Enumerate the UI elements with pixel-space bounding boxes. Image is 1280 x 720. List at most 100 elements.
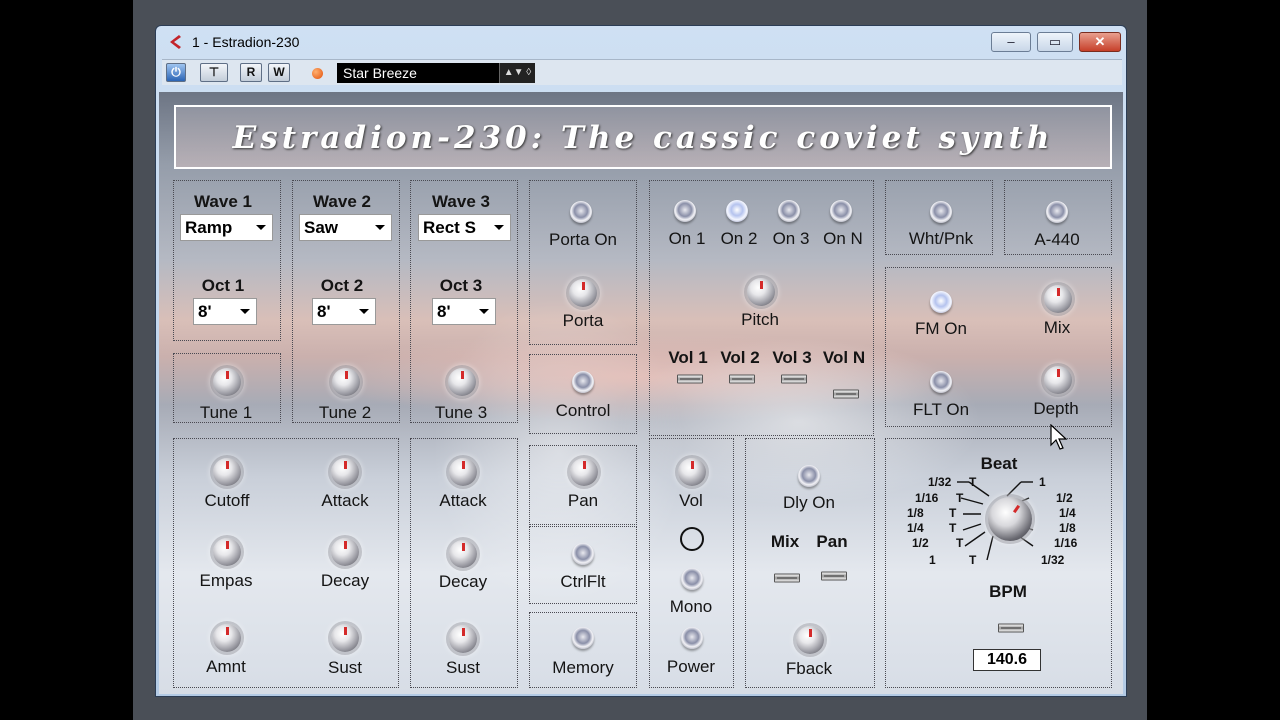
preset-browse-arrows[interactable]: ▲▼ ◊ — [499, 63, 535, 83]
sust-label: Sust — [327, 658, 363, 677]
banner-title: Estradion-230: The cassic coviet synth — [232, 120, 1054, 156]
vol1-fader[interactable] — [677, 374, 703, 384]
knob-indicator — [462, 628, 465, 636]
tune1-label: Tune 1 — [199, 403, 253, 422]
beat-t-5: T — [969, 553, 977, 567]
wave1-label: Wave 1 — [194, 192, 252, 211]
on3-toggle[interactable] — [778, 200, 800, 222]
chevron-down-icon — [256, 225, 266, 230]
volN-fader[interactable] — [833, 389, 859, 399]
depth-label: Depth — [1033, 399, 1079, 418]
chevron-down-icon — [479, 309, 489, 314]
oct1-dropdown[interactable]: 8' — [193, 298, 257, 325]
env3-sust-knob[interactable] — [449, 625, 477, 653]
beat-right-0: 1 — [1039, 475, 1046, 489]
empas-knob[interactable] — [213, 538, 241, 566]
on2-label: On 2 — [720, 229, 758, 248]
power-button[interactable]: ⏻ — [166, 63, 186, 82]
chevron-down-icon — [240, 309, 250, 314]
vol-knob[interactable] — [678, 458, 706, 486]
bypass-button[interactable]: ⊤ — [200, 63, 228, 82]
feedback-knob[interactable] — [796, 626, 824, 654]
tune3-knob[interactable] — [448, 368, 476, 396]
tune2-knob[interactable] — [332, 368, 360, 396]
depth-knob[interactable] — [1044, 366, 1072, 394]
env3-attack-knob[interactable] — [449, 458, 477, 486]
memory-toggle[interactable] — [572, 627, 594, 649]
bpm-fader[interactable] — [998, 623, 1024, 633]
vol-label: Vol — [679, 491, 703, 510]
knob-indicator — [582, 282, 585, 290]
env3-decay-knob[interactable] — [449, 540, 477, 568]
empas-label: Empas — [199, 571, 253, 590]
beat-left-5: 1 — [929, 553, 936, 567]
read-automation-button[interactable]: R — [240, 63, 262, 82]
oct1-value: 8' — [198, 302, 212, 321]
vol3-fader[interactable] — [781, 374, 807, 384]
porta-label: Porta — [562, 311, 604, 330]
control-section — [529, 354, 637, 434]
oct3-dropdown[interactable]: 8' — [432, 298, 496, 325]
porta-knob[interactable] — [569, 279, 597, 307]
vol2-label: Vol 2 — [720, 348, 760, 367]
amnt-knob[interactable] — [213, 624, 241, 652]
write-automation-button[interactable]: W — [268, 63, 290, 82]
wave3-dropdown[interactable]: Rect S — [418, 214, 511, 241]
knob-indicator — [344, 627, 347, 635]
fm-mix-knob[interactable] — [1044, 285, 1072, 313]
beat-t-3: T — [949, 521, 957, 535]
delay-pan-label: Pan — [816, 532, 848, 551]
control-toggle[interactable] — [572, 371, 594, 393]
tune1-knob[interactable] — [213, 368, 241, 396]
beat-right-5: 1/32 — [1041, 553, 1065, 567]
chevron-down-icon — [375, 225, 385, 230]
wave2-dropdown[interactable]: Saw — [299, 214, 392, 241]
beat-left-3: 1/4 — [907, 521, 924, 535]
preset-name-field[interactable]: Star Breeze — [337, 63, 517, 83]
on1-label: On 1 — [668, 229, 706, 248]
noise-toggle[interactable] — [930, 201, 952, 223]
oct3-value: 8' — [437, 302, 451, 321]
beat-selector-knob[interactable] — [988, 497, 1032, 541]
power-toggle[interactable] — [681, 627, 703, 649]
delay-on-toggle[interactable] — [798, 465, 820, 487]
vol2-fader[interactable] — [729, 374, 755, 384]
on2-toggle[interactable] — [726, 200, 748, 222]
knob-indicator — [344, 461, 347, 469]
cubase-logo-icon — [170, 35, 181, 49]
pitch-knob[interactable] — [747, 278, 775, 306]
beat-left-1: 1/16 — [915, 491, 939, 505]
onN-toggle[interactable] — [830, 200, 852, 222]
feedback-label: Fback — [785, 659, 833, 678]
beat-left-0: 1/32 — [928, 475, 952, 489]
pan-knob[interactable] — [570, 458, 598, 486]
wave3-value: Rect S — [423, 218, 476, 237]
sust-knob[interactable] — [331, 624, 359, 652]
oct2-dropdown[interactable]: 8' — [312, 298, 376, 325]
ctrlflt-toggle[interactable] — [572, 543, 594, 565]
bpm-value-field[interactable]: 140.6 — [973, 649, 1041, 671]
flt-on-toggle[interactable] — [930, 371, 952, 393]
decay-knob[interactable] — [331, 538, 359, 566]
memory-label: Memory — [552, 658, 614, 677]
wave1-dropdown[interactable]: Ramp — [180, 214, 273, 241]
title-bar[interactable]: 1 - Estradion-230 – ▭ ✕ — [156, 26, 1126, 57]
on1-toggle[interactable] — [674, 200, 696, 222]
beat-t-1: T — [956, 491, 964, 505]
porta-on-toggle[interactable] — [570, 201, 592, 223]
env3-attack-label: Attack — [439, 491, 487, 510]
attack-knob[interactable] — [331, 458, 359, 486]
minimize-button[interactable]: – — [991, 32, 1031, 52]
delay-mix-fader[interactable] — [774, 573, 800, 583]
delay-pan-fader[interactable] — [821, 571, 847, 581]
mono-toggle[interactable] — [681, 568, 703, 590]
maximize-button[interactable]: ▭ — [1037, 32, 1073, 52]
decay-label: Decay — [320, 571, 370, 590]
mouse-cursor-icon — [1050, 424, 1068, 450]
chevron-down-icon — [494, 225, 504, 230]
cutoff-knob[interactable] — [213, 458, 241, 486]
fm-on-label: FM On — [915, 319, 967, 338]
fm-on-toggle[interactable] — [930, 291, 952, 313]
a440-toggle[interactable] — [1046, 201, 1068, 223]
close-button[interactable]: ✕ — [1079, 32, 1121, 52]
